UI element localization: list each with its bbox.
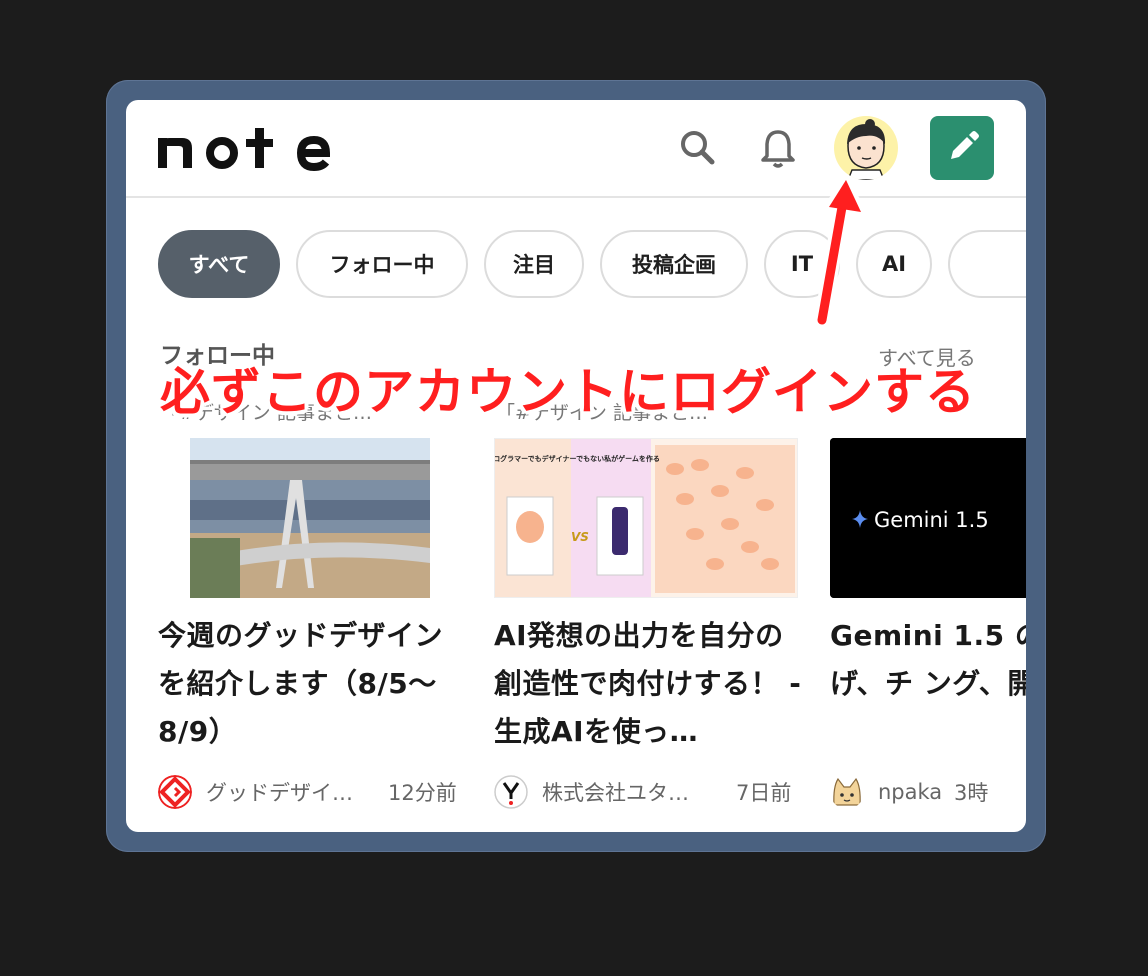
card-author[interactable]: npaka [878, 780, 942, 804]
tab-following[interactable]: フォロー中 [296, 230, 468, 298]
note-logo[interactable] [156, 126, 356, 172]
card-title[interactable]: 今週のグッドデザインを紹介します（8/5〜8/9） [158, 612, 468, 756]
card-thumbnail[interactable]: プログラマーでもデザイナーでもない私がゲームを作る VS [494, 438, 798, 598]
note-panel: すべて フォロー中 注目 投稿企画 IT AI フォロー中 すべて見る 「#デザ… [126, 100, 1026, 832]
card-time: 3時 [954, 781, 989, 805]
gemini-thumbnail-text: Gemini 1.5 [874, 508, 989, 532]
header [126, 100, 1026, 198]
search-button[interactable] [674, 124, 722, 172]
game-article-thumbnail: プログラマーでもデザイナーでもない私がゲームを作る VS [495, 439, 797, 597]
category-tabs: すべて フォロー中 注目 投稿企画 IT AI [158, 230, 1026, 298]
search-icon [681, 131, 715, 165]
bell-icon [761, 130, 795, 168]
card-time: 7日前 [736, 781, 792, 805]
gemini-thumbnail: Gemini 1.5 [830, 438, 1026, 598]
thumbnail-caption: プログラマーでもデザイナーでもない私がゲームを作る [495, 454, 660, 463]
card-author[interactable]: グッドデザイ… [206, 777, 353, 807]
tab-more[interactable] [948, 230, 1026, 298]
good-design-logo-icon [158, 775, 192, 809]
tab-contests[interactable]: 投稿企画 [600, 230, 748, 298]
annotation-arrow [814, 175, 867, 328]
cat-avatar-icon [833, 777, 861, 806]
card-time: 12分前 [388, 781, 457, 805]
card-meta: npaka 3時 [830, 774, 1026, 810]
card-title[interactable]: AI発想の出力を自分の創造性で肉付けする！ -生成AIを使っ… [494, 612, 804, 756]
card-thumbnail[interactable]: Gemini 1.5 [830, 438, 1026, 598]
svg-text:VS: VS [571, 530, 589, 544]
pencil-icon [951, 131, 979, 159]
card-thumbnail[interactable] [190, 438, 430, 598]
card-author[interactable]: 株式会社ユタ… [542, 777, 689, 807]
post-button[interactable] [930, 116, 994, 180]
annotation-callout: 必ずこのアカウントにログインする [160, 363, 976, 421]
card-meta: グッドデザイ… 12分前 [158, 774, 468, 810]
architecture-photo [190, 438, 430, 598]
card-title[interactable]: Gemini 1.5 の値下げ、チ ング、開発者 [830, 612, 1026, 708]
tab-all[interactable]: すべて [158, 230, 280, 298]
card-meta: 株式会社ユタ… 7日前 [494, 774, 804, 810]
tab-featured[interactable]: 注目 [484, 230, 584, 298]
company-logo-icon [494, 775, 528, 809]
notification-button[interactable] [754, 124, 802, 172]
